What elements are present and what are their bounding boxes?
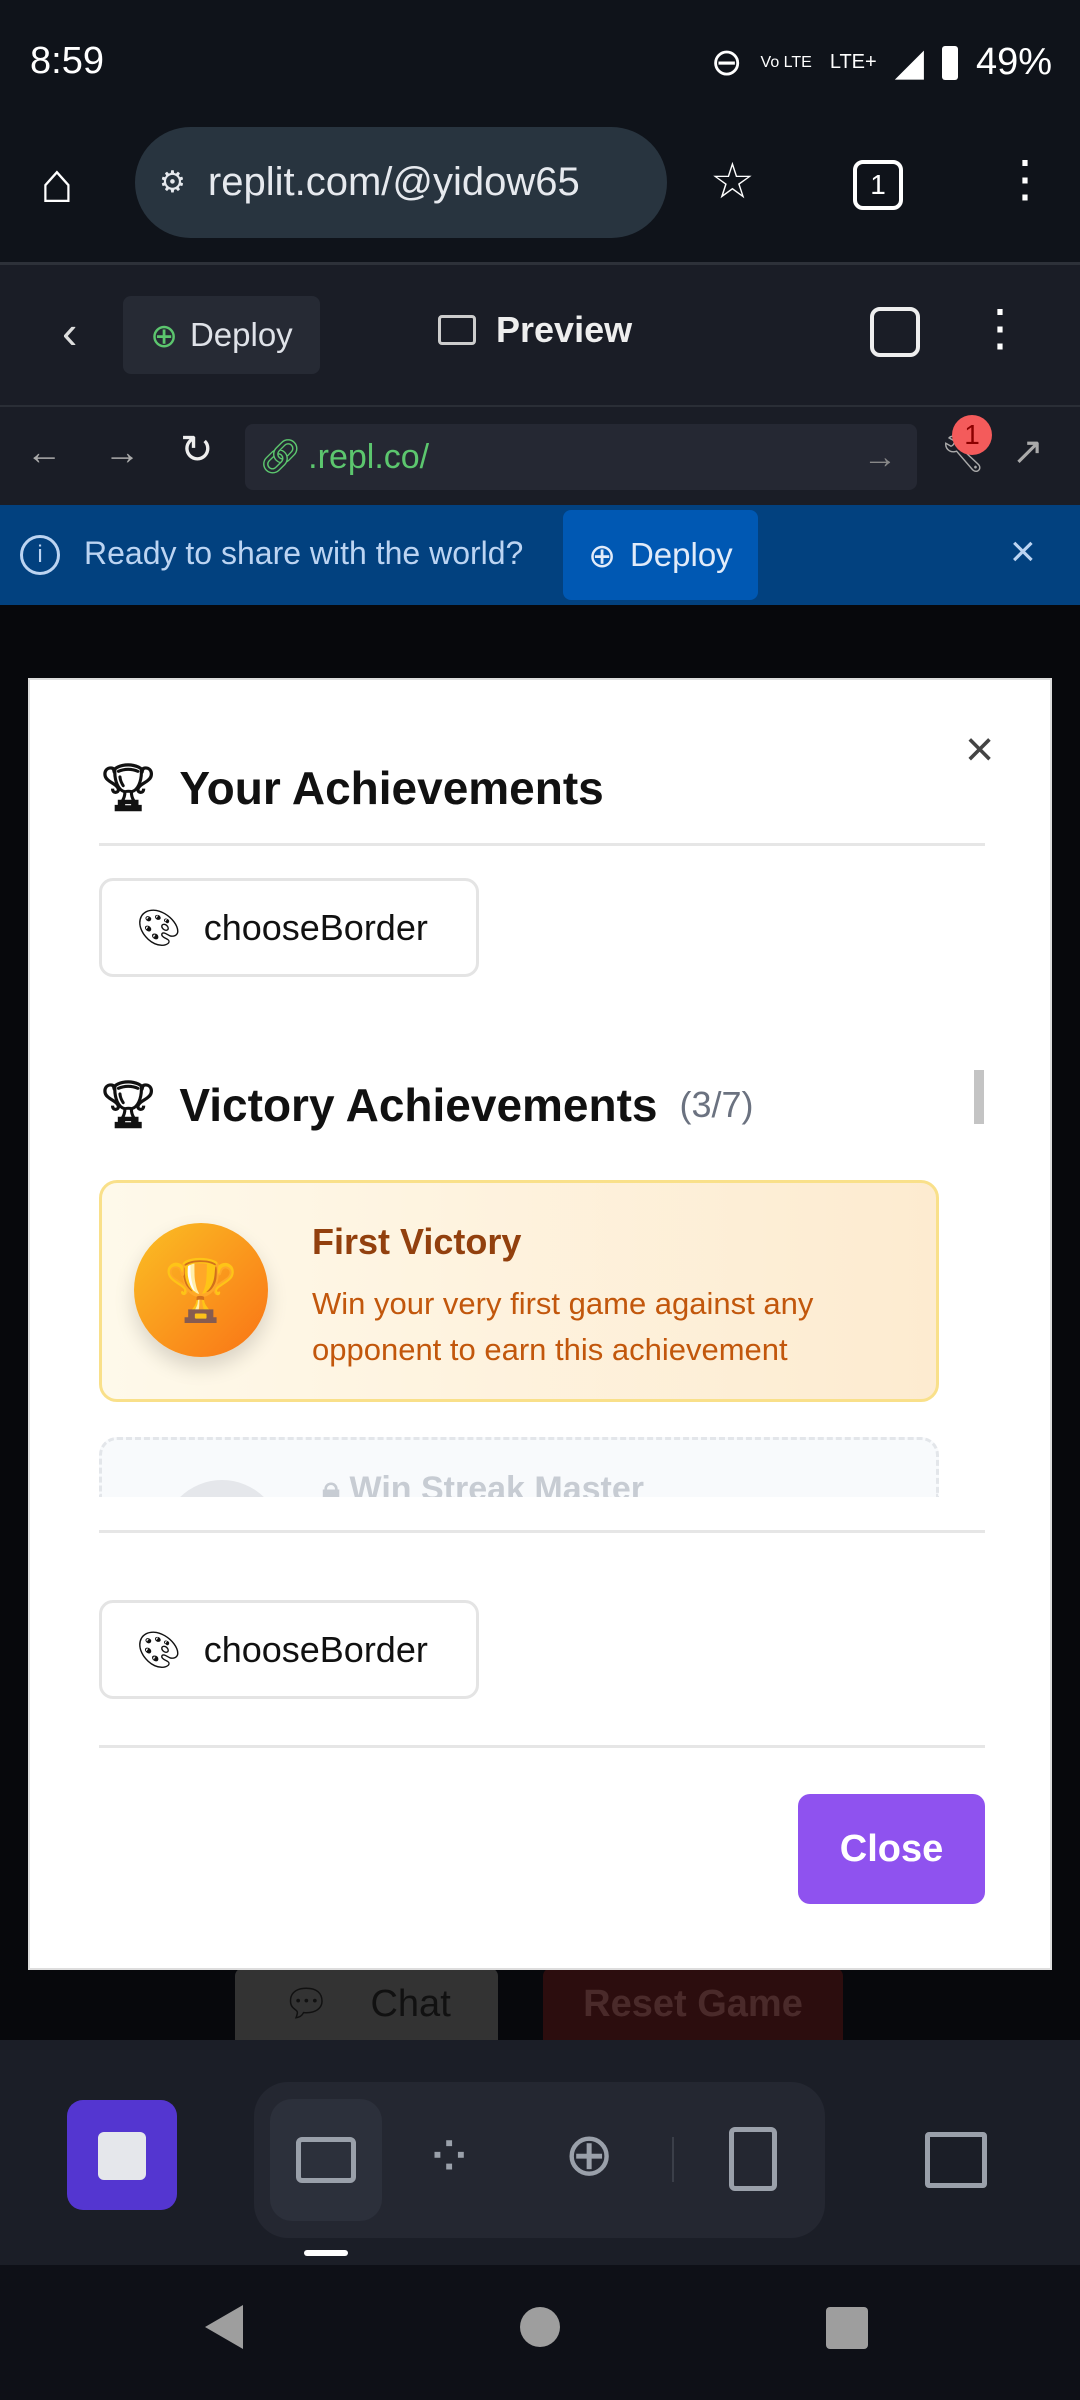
divider bbox=[99, 843, 985, 846]
preview-url-bar: ← → ↻ 🔗︎ .repl.co/ → 🔧︎ 1 ↗ bbox=[0, 405, 1080, 505]
nav-forward-icon[interactable]: → bbox=[104, 431, 140, 473]
tabs-icon[interactable] bbox=[870, 307, 920, 357]
lock-icon: 🔒︎ bbox=[322, 1470, 350, 1497]
address-text: replit.com/@yidow65 bbox=[207, 160, 580, 204]
tab-switcher-button[interactable]: 1 bbox=[853, 160, 903, 210]
chip-label: chooseBorder bbox=[203, 906, 428, 948]
achievement-description: Win your very first game against any opp… bbox=[312, 1286, 814, 1367]
android-nav-bar bbox=[0, 2265, 1080, 2400]
modal-close-icon[interactable]: × bbox=[965, 720, 994, 778]
deploy-banner: i Ready to share with the world? ⊕ Deplo… bbox=[0, 505, 1080, 605]
deploy-globe-icon: ⊕ bbox=[150, 316, 178, 354]
monitor-icon bbox=[438, 315, 476, 345]
preview-tool-button[interactable] bbox=[270, 2099, 382, 2221]
stop-icon bbox=[98, 2132, 146, 2180]
reset-game-button[interactable]: Reset Game bbox=[543, 1968, 843, 2040]
battery-icon bbox=[941, 45, 958, 80]
notification-badge: 1 bbox=[952, 415, 992, 455]
back-icon[interactable]: ‹ bbox=[62, 305, 77, 359]
status-icons: ⊖ Vo LTE LTE+ ◢ 49% bbox=[711, 40, 1052, 85]
reset-label: Reset Game bbox=[583, 1982, 803, 2025]
chip-label: chooseBorder bbox=[203, 1628, 428, 1670]
agent-icon[interactable]: ⁘ bbox=[424, 2122, 474, 2192]
menu-icon[interactable]: ⋮ bbox=[1000, 150, 1050, 208]
nav-back-icon[interactable] bbox=[205, 2305, 243, 2349]
palette-icon: 🎨︎ bbox=[136, 1628, 182, 1670]
tool-switcher: ⁘ ⊕ bbox=[254, 2082, 825, 2238]
achievement-card-first-victory: 🏆 First Victory Win your very first game… bbox=[99, 1180, 939, 1402]
preview-title: Preview bbox=[438, 309, 632, 351]
preview-label: Preview bbox=[496, 309, 633, 350]
battery-percent: 49% bbox=[975, 41, 1052, 83]
modal-title-text: Your Achievements bbox=[179, 761, 604, 814]
deploy-label: Deploy bbox=[189, 316, 293, 353]
deploy-globe-icon: ⊕ bbox=[588, 536, 616, 574]
clock: 8:59 bbox=[30, 40, 104, 82]
separator bbox=[672, 2137, 674, 2182]
trophy-medal-icon: 🏆 bbox=[134, 1223, 268, 1357]
handle[interactable] bbox=[304, 2250, 348, 2256]
nav-recents-icon[interactable] bbox=[826, 2307, 868, 2349]
chat-icon: 💬︎ bbox=[282, 1983, 331, 2025]
status-bar: 8:59 ⊖ Vo LTE LTE+ ◢ 49% bbox=[0, 0, 1080, 110]
locked-medal bbox=[162, 1480, 282, 1497]
trophy-icon: 🏆︎ bbox=[99, 1078, 158, 1130]
nav-home-icon[interactable] bbox=[520, 2307, 560, 2347]
deploy-button[interactable]: ⊕ Deploy bbox=[123, 296, 320, 374]
info-icon: i bbox=[20, 535, 60, 575]
file-icon[interactable] bbox=[729, 2127, 777, 2191]
nav-back-icon[interactable]: ← bbox=[26, 431, 62, 473]
section-count: (3/7) bbox=[679, 1083, 754, 1125]
scrollbar[interactable] bbox=[974, 1070, 984, 1124]
preview-url-input[interactable]: 🔗︎ .repl.co/ → bbox=[245, 424, 917, 490]
palette-icon: 🎨︎ bbox=[136, 906, 182, 948]
chat-button[interactable]: 💬︎ Chat bbox=[235, 1968, 498, 2040]
divider bbox=[99, 1745, 985, 1748]
site-settings-icon[interactable]: ⚙ bbox=[159, 165, 186, 200]
section-title: 🏆︎ Victory Achievements (3/7) bbox=[99, 1077, 754, 1132]
deploy-icon[interactable]: ⊕ bbox=[564, 2120, 614, 2190]
monitor-icon bbox=[296, 2137, 356, 2183]
locked-title: 🔒︎ Win Streak Master bbox=[322, 1470, 644, 1497]
volte-icon: Vo LTE bbox=[760, 53, 812, 71]
more-icon[interactable]: ⋮ bbox=[975, 299, 1025, 357]
section-title-text: Victory Achievements bbox=[179, 1078, 658, 1131]
banner-close-icon[interactable]: × bbox=[1010, 527, 1036, 577]
banner-deploy-button[interactable]: ⊕ Deploy bbox=[563, 510, 758, 600]
divider bbox=[99, 1530, 985, 1533]
signal-icon: ◢ bbox=[894, 42, 924, 84]
open-external-icon[interactable]: ↗ bbox=[1012, 429, 1044, 474]
browser-toolbar: ⌂ ⚙ replit.com/@yidow65 ☆ 1 ⋮ bbox=[0, 110, 1080, 262]
layout-icon[interactable] bbox=[925, 2132, 987, 2188]
stop-button[interactable] bbox=[67, 2100, 177, 2210]
preview-url-text: .repl.co/ bbox=[308, 437, 430, 476]
go-icon[interactable]: → bbox=[863, 438, 897, 477]
address-bar[interactable]: ⚙ replit.com/@yidow65 bbox=[135, 127, 667, 238]
banner-deploy-label: Deploy bbox=[629, 536, 733, 573]
network-label: LTE+ bbox=[829, 51, 877, 73]
star-icon[interactable]: ☆ bbox=[710, 152, 755, 210]
choose-border-chip[interactable]: 🎨︎ chooseBorder bbox=[99, 1600, 479, 1699]
chat-label: Chat bbox=[370, 1982, 451, 2025]
home-icon[interactable]: ⌂ bbox=[40, 150, 74, 215]
reload-icon[interactable]: ↻ bbox=[180, 427, 214, 473]
link-icon: 🔗︎ bbox=[259, 438, 303, 476]
replit-bottom-bar: ⁘ ⊕ bbox=[0, 2040, 1080, 2265]
achievement-title: First Victory bbox=[312, 1221, 522, 1262]
achievements-modal: × 🏆︎ Your Achievements 🎨︎ chooseBorder 🏆… bbox=[28, 678, 1052, 1970]
dnd-icon: ⊖ bbox=[710, 42, 743, 84]
banner-text: Ready to share with the world? bbox=[84, 535, 524, 571]
choose-border-chip[interactable]: 🎨︎ chooseBorder bbox=[99, 878, 479, 977]
trophy-icon: 🏆︎ bbox=[99, 761, 158, 813]
replit-header: ‹ ⊕ Deploy Preview ⋮ bbox=[0, 262, 1080, 405]
locked-title-text: Win Streak Master bbox=[349, 1470, 645, 1497]
modal-title: 🏆︎ Your Achievements bbox=[99, 760, 604, 815]
achievement-card-locked: 🔒︎ Win Streak Master bbox=[99, 1437, 939, 1497]
close-button[interactable]: Close bbox=[798, 1794, 985, 1904]
